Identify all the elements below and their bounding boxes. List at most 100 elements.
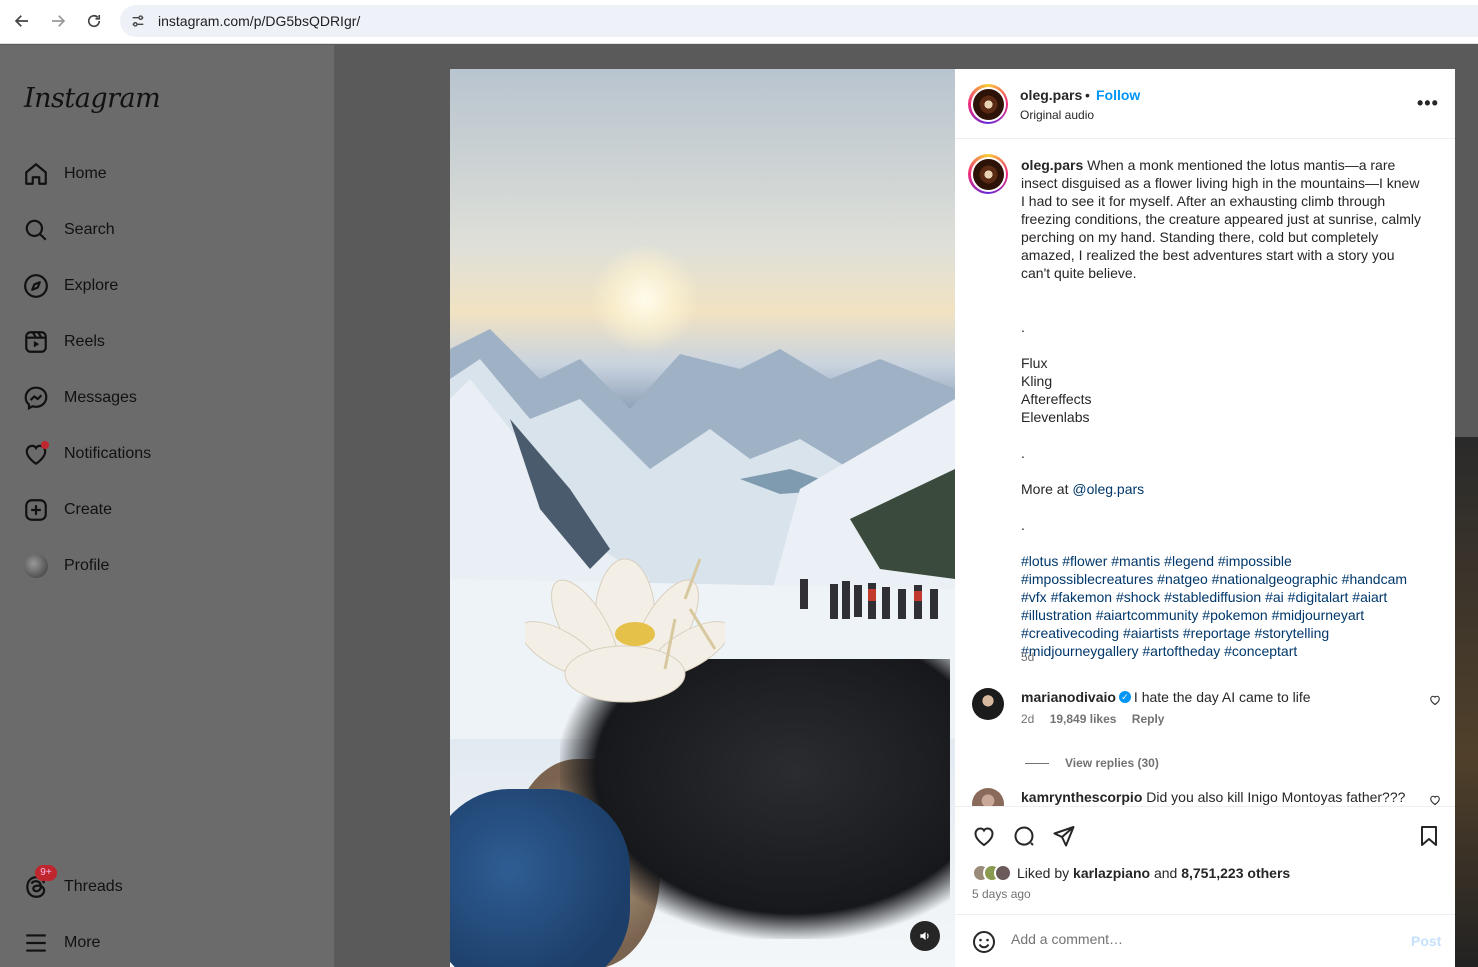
liked-by-and: and — [1150, 865, 1182, 881]
caption-separator: . — [1021, 319, 1025, 335]
post-caption: oleg.pars When a monk mentioned the lotu… — [1021, 156, 1426, 660]
caption-separator: . — [1021, 445, 1025, 461]
sidebar-item-messages[interactable]: Messages — [22, 382, 312, 414]
reload-button[interactable] — [76, 3, 112, 39]
address-bar[interactable]: instagram.com/p/DG5bsQDRIgr/ — [120, 5, 1478, 37]
instagram-logo[interactable]: Instagram — [24, 83, 161, 114]
liked-by-count[interactable]: 8,751,223 others — [1181, 865, 1290, 881]
view-replies-button[interactable]: View replies (30) — [1025, 756, 1159, 770]
speaker-icon — [920, 931, 929, 941]
commenter-avatar[interactable] — [972, 688, 1004, 720]
group-of-people — [800, 579, 938, 619]
comments-scroll-area[interactable]: oleg.pars When a monk mentioned the lotu… — [955, 140, 1455, 806]
comment-meta: 2d 19,849 likes Reply — [1021, 712, 1176, 726]
post-media-video[interactable] — [450, 69, 955, 967]
notification-dot — [41, 441, 49, 449]
avatar — [24, 554, 48, 578]
commenter-username[interactable]: kamrynthescorpio — [1021, 789, 1142, 805]
sidebar-item-threads[interactable]: 9+ Threads — [22, 865, 312, 903]
sidebar-item-label: Create — [64, 501, 113, 518]
commenter-username[interactable]: marianodivaio — [1021, 689, 1116, 705]
view-replies-label: View replies (30) — [1065, 756, 1159, 770]
comment-text: I hate the day AI came to life — [1133, 689, 1311, 705]
sidebar-item-label: Home — [64, 165, 107, 182]
sidebar-item-explore[interactable]: Explore — [22, 270, 312, 302]
sidebar-item-more[interactable]: More — [22, 927, 312, 959]
caption-text: When a monk mentioned the lotus mantis—a… — [1021, 157, 1421, 281]
comment-body: marianodivaio ✓ I hate the day AI came to … — [1021, 688, 1421, 706]
arrow-right-icon — [52, 15, 66, 27]
mute-button[interactable] — [910, 921, 940, 951]
comment-like-icon[interactable] — [1429, 694, 1441, 706]
lotus-mantis — [525, 558, 725, 703]
sidebar-item-create[interactable]: Create — [22, 494, 312, 526]
caption-tool: Aftereffects — [1021, 391, 1092, 407]
emoji-icon[interactable] — [972, 930, 996, 954]
sidebar-item-notifications[interactable]: Notifications — [22, 438, 312, 470]
sidebar-item-label: Explore — [64, 277, 119, 294]
author-username[interactable]: oleg.pars — [1020, 87, 1082, 103]
reply-button[interactable]: Reply — [1132, 712, 1165, 726]
browser-toolbar: instagram.com/p/DG5bsQDRIgr/ — [0, 0, 1478, 44]
reload-icon — [87, 14, 101, 28]
sidebar-item-reels[interactable]: Reels — [22, 326, 312, 358]
site-settings-icon[interactable] — [130, 13, 146, 29]
reels-icon — [22, 328, 50, 356]
messenger-icon — [22, 384, 50, 412]
sidebar-item-label: Messages — [64, 389, 137, 406]
post-header: oleg.pars • Follow Original audio ••• — [955, 69, 1455, 139]
sidebar-item-label: Notifications — [64, 445, 152, 462]
heart-icon — [22, 440, 50, 468]
sidebar-item-label: Reels — [64, 333, 105, 350]
caption-tool: Kling — [1021, 373, 1053, 389]
post-comment-button[interactable]: Post — [1411, 933, 1441, 949]
post-date[interactable]: 5 days ago — [972, 887, 1031, 901]
sidebar: Instagram Home Search Explore Reels Mess… — [0, 45, 335, 967]
audio-link[interactable]: Original audio — [1020, 108, 1094, 122]
caption-more-prefix: More at — [1021, 481, 1073, 497]
liker-avatar — [994, 864, 1012, 882]
follow-button[interactable]: Follow — [1096, 87, 1140, 103]
sidebar-item-home[interactable]: Home — [22, 158, 312, 190]
back-button[interactable] — [4, 3, 40, 39]
author-avatar[interactable] — [968, 84, 1008, 124]
sidebar-item-label: Search — [64, 221, 115, 238]
sidebar-item-search[interactable]: Search — [22, 214, 312, 246]
verified-badge-icon: ✓ — [1118, 691, 1131, 704]
mention-link[interactable]: @oleg.pars — [1072, 481, 1144, 497]
threads-badge: 9+ — [35, 865, 57, 881]
jacket-sleeve — [450, 789, 630, 967]
comment-likes[interactable]: 19,849 likes — [1050, 712, 1117, 726]
comment-like-icon[interactable] — [1429, 794, 1441, 806]
sidebar-item-profile[interactable]: Profile — [22, 550, 312, 582]
save-button[interactable] — [1417, 824, 1441, 848]
share-button[interactable] — [1052, 824, 1076, 848]
comment-bubble-icon — [1014, 826, 1034, 846]
caption-tool: Elevenlabs — [1021, 409, 1090, 425]
caption-username[interactable]: oleg.pars — [1021, 157, 1083, 173]
sidebar-item-label: Threads — [64, 878, 123, 895]
caption-author-avatar[interactable] — [968, 154, 1008, 194]
separator-dot: • — [1085, 87, 1090, 103]
next-post-preview — [1455, 437, 1478, 967]
comment-button[interactable] — [1012, 824, 1036, 848]
liked-by-summary: Liked by karlazpiano and 8,751,223 other… — [972, 864, 1290, 882]
hamburger-icon — [22, 929, 50, 957]
caption-hashtags[interactable]: #lotus #flower #mantis #legend #impossib… — [1021, 552, 1426, 660]
threads-icon: 9+ — [22, 865, 57, 901]
more-options-icon[interactable]: ••• — [1417, 93, 1439, 114]
search-icon — [22, 216, 50, 244]
commenter-avatar[interactable] — [972, 788, 1004, 806]
caption-separator: . — [1021, 517, 1025, 533]
forward-button[interactable] — [40, 3, 76, 39]
comment-input[interactable] — [1011, 931, 1391, 947]
sidebar-item-label: Profile — [64, 557, 110, 574]
like-button[interactable] — [972, 824, 996, 848]
comment-time[interactable]: 2d — [1021, 712, 1034, 726]
caption-tool: Flux — [1021, 355, 1048, 371]
post-actions: Liked by karlazpiano and 8,751,223 other… — [955, 806, 1455, 914]
caption-timestamp[interactable]: 5d — [1021, 650, 1034, 664]
url-text: instagram.com/p/DG5bsQDRIgr/ — [158, 13, 361, 29]
paper-plane-icon — [1053, 826, 1075, 847]
liked-by-user[interactable]: karlazpiano — [1073, 865, 1150, 881]
